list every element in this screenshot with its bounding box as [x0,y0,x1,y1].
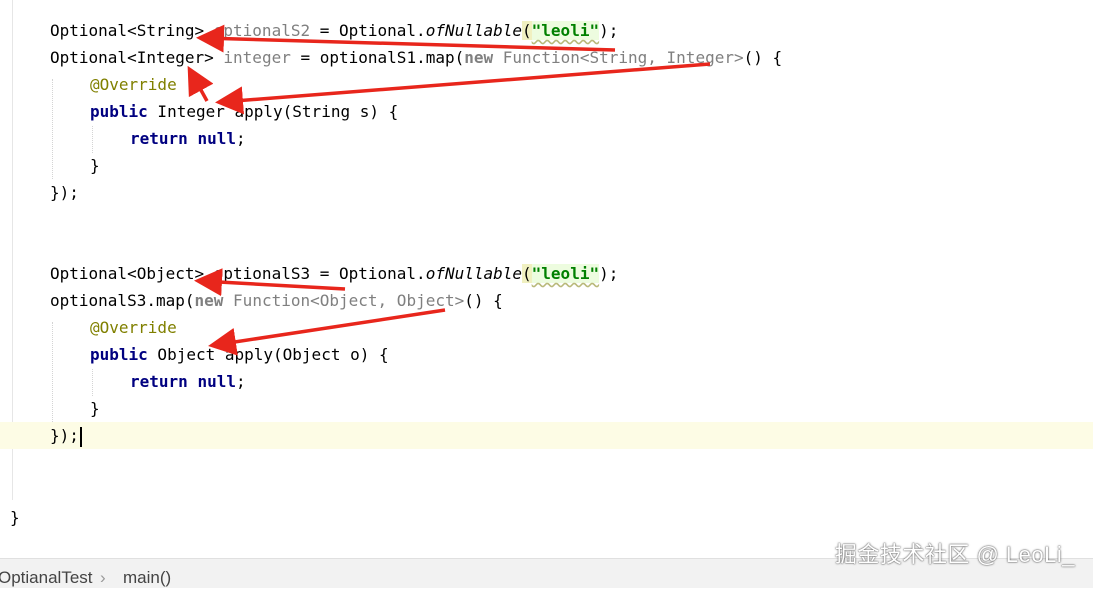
code-editor[interactable]: Optional<String> optionalS2 = Optional.o… [0,0,1093,558]
watermark: 掘金技术社区 @ LeoLi_ [834,542,1075,567]
breadcrumb-file[interactable]: OptianalTest [0,563,93,592]
chevron-right-icon: › [100,568,106,587]
arrow-line [208,308,446,356]
breadcrumb-method[interactable]: main() [123,563,171,592]
arrow-line [215,62,711,115]
arrow-line [196,24,616,53]
arrow-line [194,268,346,297]
arrow-line [187,65,214,102]
annotation-arrows [187,24,711,356]
